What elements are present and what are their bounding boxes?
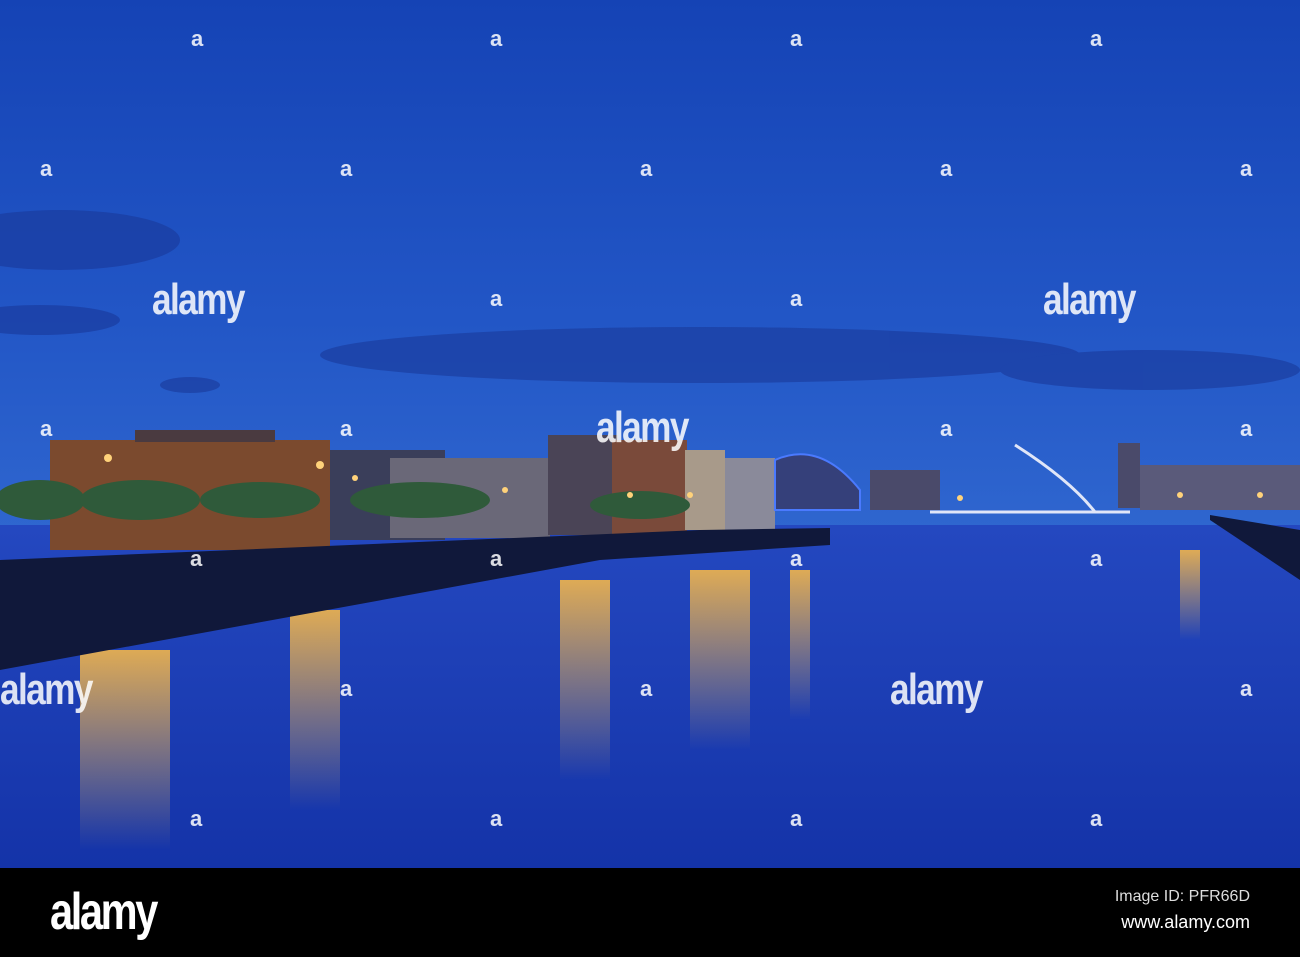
watermark-mark: a bbox=[490, 26, 503, 51]
watermark-mark: a bbox=[190, 806, 203, 831]
watermark-mark: a bbox=[790, 546, 803, 571]
alamy-logo: alamy bbox=[50, 883, 158, 941]
watermark-mark: a bbox=[1090, 546, 1103, 571]
watermark: alamy bbox=[0, 665, 93, 714]
watermark-mark: a bbox=[640, 676, 653, 701]
watermark: alamy bbox=[152, 275, 245, 324]
site-url[interactable]: www.alamy.com bbox=[1121, 912, 1250, 933]
watermark: alamy bbox=[1043, 275, 1136, 324]
watermark-mark: a bbox=[790, 806, 803, 831]
watermark: alamy bbox=[596, 403, 689, 452]
river-night-photo: alamy alamy alamy alamy alamy a a a a a … bbox=[0, 0, 1300, 868]
watermark-mark: a bbox=[340, 676, 353, 701]
watermark-mark: a bbox=[340, 416, 353, 441]
watermark-mark: a bbox=[40, 156, 53, 181]
watermark-mark: a bbox=[490, 546, 503, 571]
watermark-mark: a bbox=[490, 806, 503, 831]
watermark-mark: a bbox=[790, 26, 803, 51]
footer-bar: alamy Image ID: PFR66D www.alamy.com bbox=[0, 868, 1300, 957]
watermark-mark: a bbox=[790, 286, 803, 311]
watermark-mark: a bbox=[190, 546, 203, 571]
watermark-mark: a bbox=[1240, 156, 1253, 181]
watermark-mark: a bbox=[1090, 26, 1103, 51]
image-id: Image ID: PFR66D bbox=[1114, 888, 1250, 905]
watermark-mark: a bbox=[940, 416, 953, 441]
watermark-mark: a bbox=[340, 156, 353, 181]
watermark-mark: a bbox=[1090, 806, 1103, 831]
watermark-mark: a bbox=[1240, 416, 1253, 441]
watermark-mark: a bbox=[1240, 676, 1253, 701]
watermark: alamy bbox=[890, 665, 983, 714]
watermark-mark: a bbox=[640, 156, 653, 181]
watermark-mark: a bbox=[940, 156, 953, 181]
watermark-mark: a bbox=[191, 26, 204, 51]
watermark-mark: a bbox=[490, 286, 503, 311]
watermark-mark: a bbox=[40, 416, 53, 441]
